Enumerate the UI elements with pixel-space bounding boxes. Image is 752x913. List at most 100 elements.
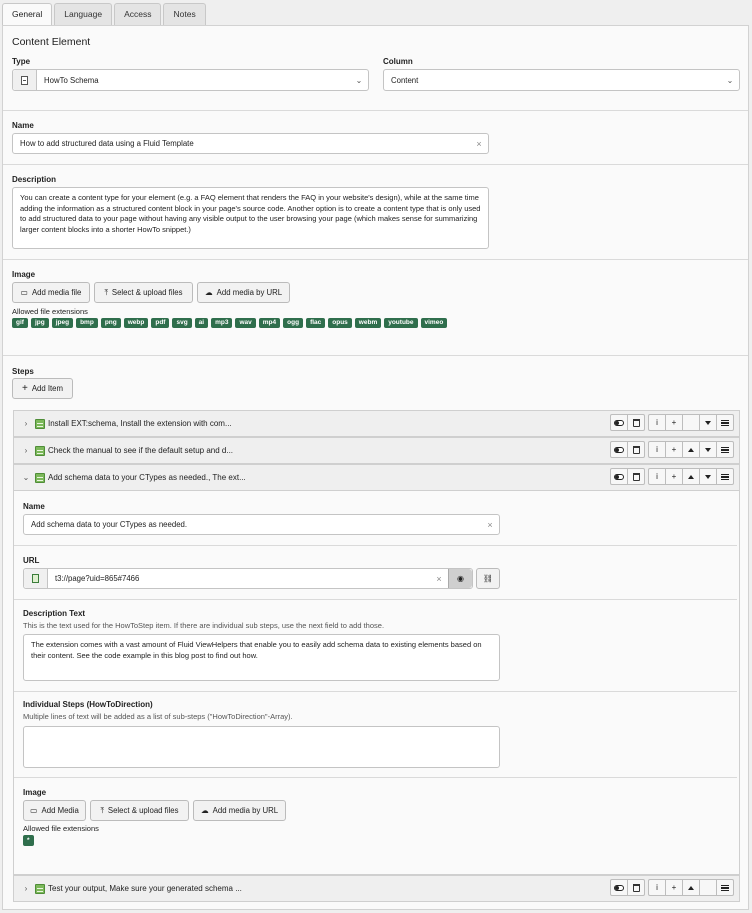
name-input[interactable]: How to add structured data using a Fluid… xyxy=(12,133,489,154)
add-media-file-button[interactable]: ▭ Add media file xyxy=(12,282,90,303)
tab-general[interactable]: General xyxy=(2,3,53,26)
chevron-down-icon: ⌄ xyxy=(355,75,363,85)
move-up-button[interactable] xyxy=(682,468,700,485)
drag-handle[interactable] xyxy=(716,468,734,485)
individual-steps-textarea[interactable] xyxy=(23,726,500,768)
delete-button[interactable] xyxy=(627,414,645,431)
clear-icon[interactable]: × xyxy=(430,574,448,584)
tab-language[interactable]: Language xyxy=(54,3,113,25)
extension-badge: webp xyxy=(123,318,149,328)
drag-icon xyxy=(721,473,729,480)
drag-icon xyxy=(721,884,729,891)
item-controls: i + xyxy=(610,441,734,458)
step-item-header[interactable]: › Check the manual to see if the default… xyxy=(13,437,740,464)
folder-icon: ▭ xyxy=(20,288,28,297)
expand-chevron-icon[interactable]: › xyxy=(17,446,35,455)
upload-icon: ⤒ xyxy=(100,805,104,815)
step-image-label: Image xyxy=(23,788,47,797)
delete-button[interactable] xyxy=(627,441,645,458)
move-down-button[interactable] xyxy=(699,468,717,485)
select-upload-files-button[interactable]: ⤒ Select & upload files xyxy=(94,282,193,303)
add-after-button[interactable]: + xyxy=(665,468,683,485)
step-item-header[interactable]: › Install EXT:schema, Install the extens… xyxy=(13,410,740,437)
tab-access[interactable]: Access xyxy=(114,3,162,25)
type-label: Type xyxy=(12,57,31,66)
info-button[interactable]: i xyxy=(648,414,666,431)
add-after-button[interactable]: + xyxy=(665,414,683,431)
move-up-button[interactable] xyxy=(682,441,700,458)
record-icon xyxy=(35,883,45,894)
delete-button[interactable] xyxy=(627,879,645,896)
toggle-visibility-button[interactable] xyxy=(610,468,628,485)
link-icon: ⛓ xyxy=(483,574,493,583)
link-browser-button[interactable]: ⛓ xyxy=(476,568,500,589)
item-controls: i + xyxy=(610,468,734,485)
move-down-button[interactable] xyxy=(699,414,717,431)
add-after-button[interactable]: + xyxy=(665,879,683,896)
toggle-visibility-button[interactable] xyxy=(610,879,628,896)
trash-icon xyxy=(632,445,640,454)
extension-badge: ai xyxy=(194,318,209,328)
description-text-textarea[interactable]: The extension comes with a vast amount o… xyxy=(23,634,500,681)
arrow-down-icon xyxy=(705,447,711,452)
eye-slash-icon[interactable]: ◉ xyxy=(448,569,472,588)
toggle-visibility-button[interactable] xyxy=(610,414,628,431)
trash-icon xyxy=(632,883,640,892)
add-media-by-url-button[interactable]: ☁ Add media by URL xyxy=(197,282,290,303)
clear-icon[interactable]: × xyxy=(481,520,499,530)
description-label: Description xyxy=(12,175,57,184)
description-textarea[interactable]: You can create a content type for your e… xyxy=(12,187,489,249)
chevron-down-icon: ⌄ xyxy=(726,75,734,85)
info-button[interactable]: i xyxy=(648,879,666,896)
drag-handle[interactable] xyxy=(716,441,734,458)
step-item-title: Test your output, Make sure your generat… xyxy=(48,884,242,893)
extension-badge: mp4 xyxy=(258,318,281,328)
clear-icon[interactable]: × xyxy=(470,139,488,149)
step-item-header[interactable]: ⌄ Add schema data to your CTypes as need… xyxy=(13,464,740,491)
collapse-chevron-icon[interactable]: ⌄ xyxy=(17,473,35,482)
move-down-button[interactable] xyxy=(699,441,717,458)
move-up-button[interactable] xyxy=(682,879,700,896)
record-icon xyxy=(35,418,45,429)
divider xyxy=(14,691,737,692)
type-select[interactable]: HowTo Schema ⌄ xyxy=(12,69,369,91)
delete-button[interactable] xyxy=(627,468,645,485)
arrow-down-icon xyxy=(705,474,711,479)
drag-handle[interactable] xyxy=(716,414,734,431)
drag-handle[interactable] xyxy=(716,879,734,896)
step-select-upload-files-button[interactable]: ⤒ Select & upload files xyxy=(90,800,189,821)
column-select[interactable]: Content ⌄ xyxy=(383,69,740,91)
tab-notes[interactable]: Notes xyxy=(163,3,206,25)
toggle-visibility-button[interactable] xyxy=(610,441,628,458)
individual-steps-help: Multiple lines of text will be added as … xyxy=(23,712,293,721)
step-name-input[interactable]: Add schema data to your CTypes as needed… xyxy=(23,514,500,535)
expand-chevron-icon[interactable]: › xyxy=(17,419,35,428)
content-type-icon xyxy=(13,70,37,90)
divider xyxy=(3,164,748,165)
add-item-button[interactable]: + Add Item xyxy=(12,378,73,399)
step-name-label: Name xyxy=(23,502,45,511)
info-button[interactable]: i xyxy=(648,468,666,485)
url-input[interactable]: t3://page?uid=865#7466 × ◉ xyxy=(23,568,473,589)
move-down-placeholder xyxy=(699,879,717,896)
step-item-title: Check the manual to see if the default s… xyxy=(48,446,234,455)
record-icon xyxy=(35,472,45,483)
add-after-button[interactable]: + xyxy=(665,441,683,458)
divider xyxy=(3,355,748,356)
add-media-button[interactable]: ▭ Add Media xyxy=(23,800,86,821)
step-name-value: Add schema data to your CTypes as needed… xyxy=(31,520,188,529)
divider xyxy=(14,545,737,546)
extension-badge: mp3 xyxy=(211,318,233,328)
step-item-header[interactable]: › Test your output, Make sure your gener… xyxy=(13,875,740,902)
step-add-media-by-url-button[interactable]: ☁ Add media by URL xyxy=(193,800,286,821)
image-label: Image xyxy=(12,270,36,279)
trash-icon xyxy=(632,472,640,481)
extension-badge: wav xyxy=(235,318,256,328)
form-panel: Content Element Type HowTo Schema ⌄ Colu… xyxy=(2,25,749,910)
column-value: Content xyxy=(391,75,419,85)
drag-icon xyxy=(721,446,729,453)
toggle-icon xyxy=(614,884,624,891)
expand-chevron-icon[interactable]: › xyxy=(17,884,35,893)
item-controls: i + xyxy=(610,414,734,431)
info-button[interactable]: i xyxy=(648,441,666,458)
